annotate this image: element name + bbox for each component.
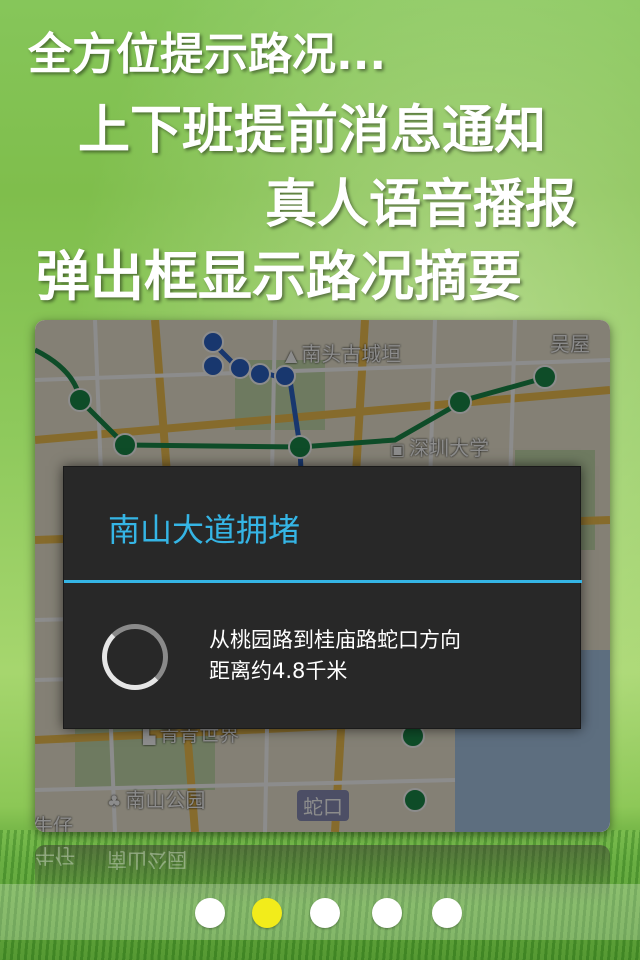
page-dot-4[interactable] [372, 898, 402, 928]
page-dot-2-active[interactable] [252, 898, 282, 928]
loading-spinner-icon [102, 624, 168, 690]
dialog-message-line2: 距离约4.8千米 [209, 659, 348, 683]
traffic-alert-dialog: 南山大道拥堵 从桃园路到桂庙路蛇口方向 距离约4.8千米 [63, 466, 582, 729]
dialog-message-line1: 从桃园路到桂庙路蛇口方向 [209, 628, 461, 652]
page-dot-1[interactable] [195, 898, 225, 928]
headline-voice-broadcast: 真人语音播报 [265, 175, 578, 235]
reflection-niuzai: 牛仔 [35, 845, 75, 868]
reflection-nanshan-park: 南山公园 [107, 848, 187, 872]
page-dot-3[interactable] [310, 898, 340, 928]
headline-all-round: 全方位提示路况... [28, 29, 387, 80]
page-dot-5[interactable] [432, 898, 462, 928]
dialog-message: 从桃园路到桂庙路蛇口方向 距离约4.8千米 [209, 625, 461, 687]
headline-popup-summary: 弹出框显示路况摘要 [36, 245, 522, 308]
headline-commute-notification: 上下班提前消息通知 [78, 101, 547, 161]
dialog-divider [64, 580, 582, 583]
page-indicator [0, 884, 640, 940]
dialog-title: 南山大道拥堵 [108, 511, 301, 549]
